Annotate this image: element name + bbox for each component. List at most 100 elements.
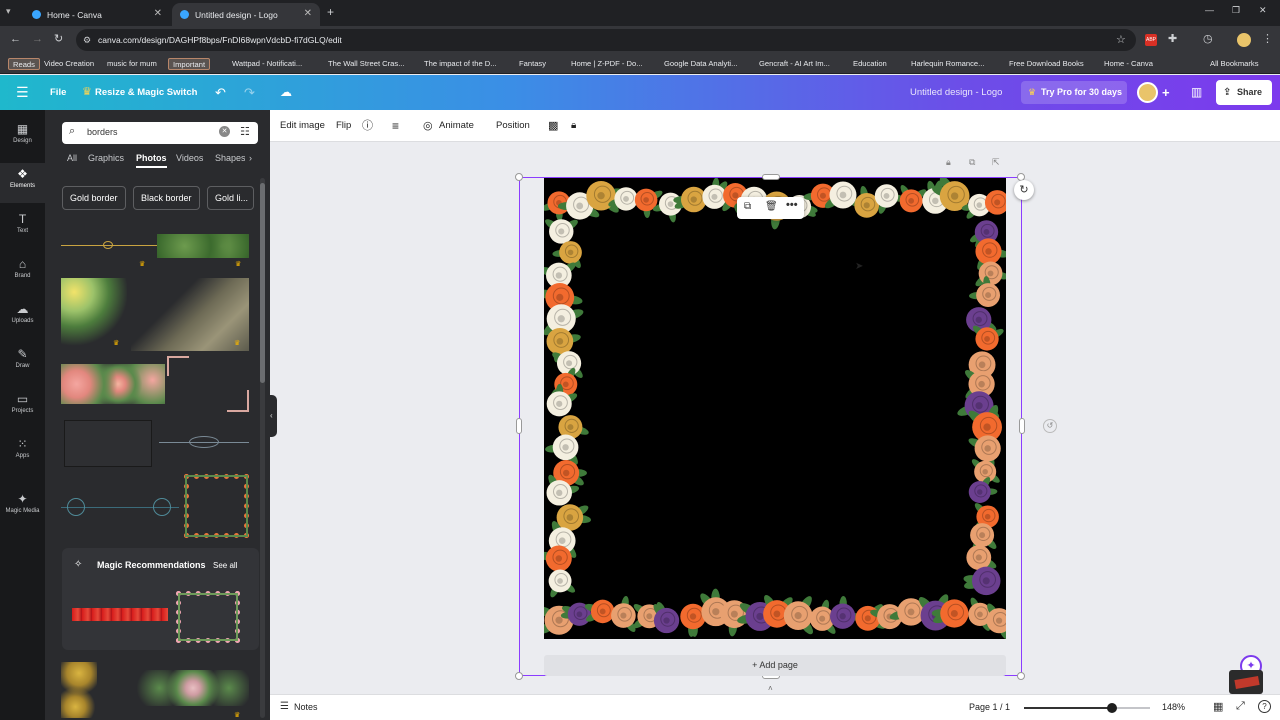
user-avatar[interactable]	[1137, 82, 1158, 103]
bookmark-free-books[interactable]: Free Download Books	[1009, 54, 1084, 74]
bookmark-music-for-mum[interactable]: music for mum	[107, 54, 157, 74]
resize-handle-top-left[interactable]	[515, 173, 523, 181]
url-field[interactable]: ⚙ canva.com/design/DAGHPf8bps/FnDI68wpnV…	[76, 29, 1136, 51]
thumb-rose-frame[interactable]	[184, 474, 249, 538]
page-lock-icon[interactable]: 🔒︎	[946, 157, 951, 168]
help-icon[interactable]: ?	[1258, 700, 1271, 713]
tab-search-icon[interactable]: ▾	[6, 6, 11, 17]
transparency-icon[interactable]: ▩	[548, 110, 558, 142]
thumb-red-rose-strip[interactable]	[72, 608, 168, 621]
page-indicator[interactable]: Page 1 / 1	[969, 702, 1010, 712]
bookmark-gencraft[interactable]: Gencraft - AI Art Im...	[759, 54, 830, 74]
share-button[interactable]: ⇪ Share	[1216, 80, 1272, 105]
design-title[interactable]: Untitled design - Logo	[910, 75, 1002, 110]
extensions-icon[interactable]: ✚	[1168, 32, 1177, 45]
zoom-slider-knob[interactable]	[1107, 703, 1118, 713]
menu-icon[interactable]: ☰	[16, 75, 29, 110]
profile-avatar[interactable]	[1237, 33, 1251, 47]
undo-icon[interactable]: ↶	[215, 75, 226, 110]
rail-item-text[interactable]: T Text	[0, 208, 45, 248]
bookmark-zpdf[interactable]: Home | Z-PDF - Do...	[571, 54, 643, 74]
collapse-panel-handle[interactable]: ‹	[270, 395, 277, 437]
flip-button[interactable]: Flip	[336, 110, 351, 142]
rail-item-apps[interactable]: ⁙ Apps	[0, 433, 45, 473]
back-icon[interactable]: ←	[10, 33, 21, 45]
add-page-button[interactable]: + Add page	[544, 655, 1006, 676]
new-tab-button[interactable]: +	[327, 5, 334, 19]
redo-icon[interactable]: ↷	[244, 75, 255, 110]
rail-item-draw[interactable]: ✎ Draw	[0, 343, 45, 383]
rail-item-elements[interactable]: ❖ Elements	[0, 163, 45, 203]
duplicate-page-icon[interactable]: ⧉	[969, 157, 975, 168]
reload-icon[interactable]: ↻	[54, 32, 63, 45]
bookmark-fantasy[interactable]: Fantasy	[519, 54, 546, 74]
minimize-icon[interactable]: —	[1205, 5, 1214, 15]
bookmark-wall-street[interactable]: The Wall Street Cras...	[328, 54, 405, 74]
position-button[interactable]: Position	[496, 110, 530, 142]
resize-handle-top[interactable]	[762, 174, 780, 180]
delete-icon[interactable]: 🗑︎	[765, 201, 778, 212]
close-tab-icon[interactable]: ✕	[304, 8, 312, 19]
close-tab-icon[interactable]: ✕	[154, 8, 162, 19]
thumb-gold-paper-texture[interactable]	[131, 278, 249, 351]
rail-item-uploads[interactable]: ☁ Uploads	[0, 298, 45, 338]
abp-extension-icon[interactable]: ABP	[1145, 34, 1157, 46]
thumb-black-frame[interactable]	[64, 420, 152, 467]
history-icon[interactable]: ◷	[1203, 32, 1213, 45]
thumb-yellow-flower-corner[interactable]	[61, 278, 127, 348]
rotate-handle-icon[interactable]: ↻	[1014, 180, 1034, 200]
thumb-corner-ornament[interactable]	[167, 356, 249, 412]
bookmark-star-icon[interactable]: ☆	[1116, 29, 1126, 51]
bookmark-reads[interactable]: Reads	[8, 58, 40, 70]
resize-handle-right[interactable]	[1019, 418, 1025, 434]
chip-gold-border[interactable]: Gold border	[62, 186, 126, 210]
tab-all[interactable]: All	[67, 153, 77, 163]
chip-black-border[interactable]: Black border	[133, 186, 200, 210]
search-input[interactable]: ⌕ borders ✕ ☷	[62, 122, 258, 144]
analytics-icon[interactable]: ▥	[1191, 75, 1202, 110]
thumb-pink-floral-garland[interactable]	[61, 364, 165, 404]
bookmark-important[interactable]: Important	[168, 58, 211, 70]
bookmark-video-creation[interactable]: Video Creation	[44, 54, 94, 74]
tab-shapes[interactable]: Shapes	[215, 153, 245, 163]
edit-image-button[interactable]: Edit image	[280, 110, 325, 142]
resize-handle-bottom-left[interactable]	[515, 672, 523, 680]
grid-view-icon[interactable]: ▦	[1213, 700, 1223, 713]
add-page-icon[interactable]: ⇱	[992, 157, 1000, 168]
thumb-silver-swirl-divider[interactable]	[159, 432, 249, 452]
notes-button[interactable]: Notes	[294, 702, 318, 712]
zoom-slider[interactable]	[1024, 703, 1150, 713]
clear-search-icon[interactable]: ✕	[219, 126, 230, 137]
filter-icon[interactable]: ☷	[240, 125, 250, 138]
chip-gold-line[interactable]: Gold li...	[207, 186, 254, 210]
design-page-floral-frame[interactable]	[544, 177, 1006, 639]
bookmark-wattpad[interactable]: Wattpad - Notificati...	[232, 54, 302, 74]
thumb-pink-rose-garland[interactable]	[137, 670, 249, 706]
rail-item-brand[interactable]: ⌂ Brand	[0, 253, 45, 293]
bookmark-google-data[interactable]: Google Data Analyti...	[664, 54, 737, 74]
tab-graphics[interactable]: Graphics	[88, 153, 124, 163]
fullscreen-icon[interactable]: ⤢	[1236, 700, 1245, 713]
bookmark-impact[interactable]: The impact of the D...	[424, 54, 497, 74]
see-all-link[interactable]: See all	[213, 561, 237, 570]
browser-tab-home[interactable]: Home - Canva ✕	[24, 3, 170, 26]
lock-icon[interactable]: 🔒︎	[571, 110, 576, 142]
tab-photos[interactable]: Photos	[136, 153, 167, 163]
thumb-pink-rose-frame[interactable]	[176, 591, 240, 643]
resize-handle-left[interactable]	[516, 418, 522, 434]
try-pro-button[interactable]: ♛ Try Pro for 30 days	[1021, 81, 1127, 104]
tab-videos[interactable]: Videos	[176, 153, 203, 163]
canvas-rotate-icon[interactable]: ↺	[1043, 419, 1057, 433]
panel-scrollbar-thumb[interactable]	[260, 183, 265, 383]
bookmark-harlequin[interactable]: Harlequin Romance...	[911, 54, 984, 74]
forward-icon[interactable]: →	[32, 33, 43, 45]
rail-item-projects[interactable]: ▭ Projects	[0, 388, 45, 428]
show-pages-chevron-icon[interactable]: ˄	[768, 684, 773, 693]
thumb-green-garland[interactable]	[157, 234, 249, 258]
bookmark-all-bookmarks[interactable]: All Bookmarks	[1210, 54, 1259, 74]
zoom-level[interactable]: 148%	[1162, 702, 1185, 712]
thumb-gold-line-border[interactable]	[61, 234, 157, 258]
rail-item-design[interactable]: ▦ Design	[0, 118, 45, 158]
thumb-teal-ornament-border[interactable]	[61, 488, 179, 526]
animate-button[interactable]: Animate	[439, 110, 474, 142]
